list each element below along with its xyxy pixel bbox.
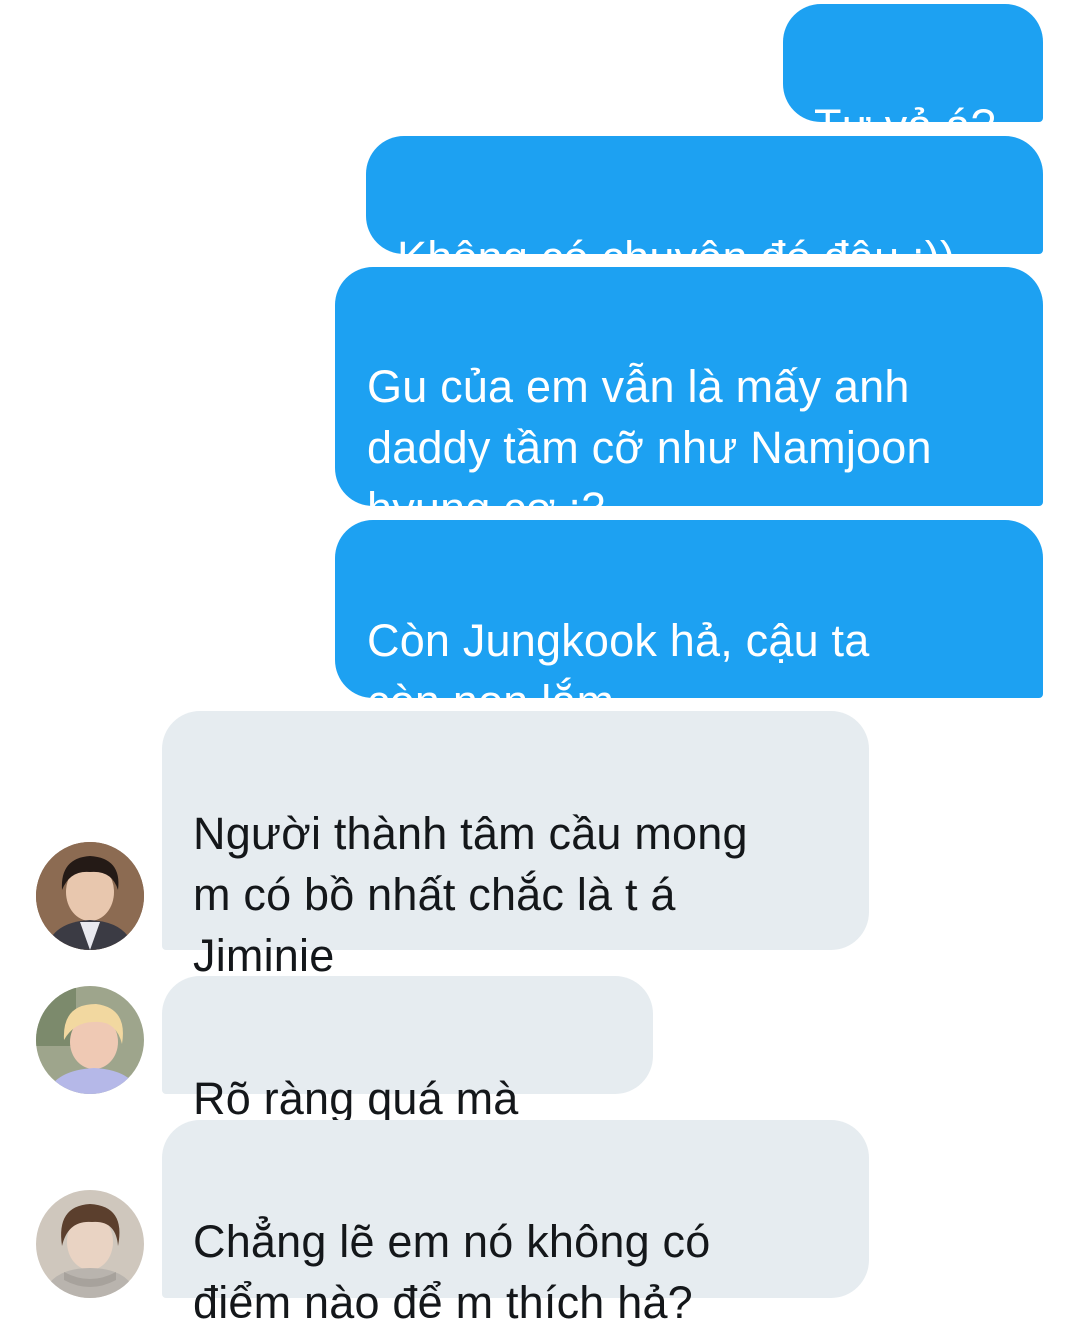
avatar-blonde-hair-icon (36, 986, 144, 1094)
incoming-message[interactable]: Người thành tâm cầu mong m có bồ nhất ch… (162, 711, 869, 981)
message-text: Người thành tâm cầu mong m có bồ nhất ch… (193, 808, 748, 981)
avatar-dark-hair-icon (36, 842, 144, 950)
incoming-message[interactable]: Rõ ràng quá mà (162, 976, 653, 1183)
outgoing-message[interactable]: Gu của em vẫn là mấy anh daddy tầm cỡ nh… (335, 267, 1043, 534)
avatar-brown-hair-icon (36, 1190, 144, 1298)
outgoing-message[interactable]: Không có chuyện đó đâu :)) (366, 136, 1043, 283)
message-text: Gu của em vẫn là mấy anh daddy tầm cỡ nh… (367, 361, 932, 534)
incoming-message[interactable]: Chẳng lẽ em nó không có điểm nào để m th… (162, 1120, 869, 1328)
outgoing-message[interactable]: Tự vả á? (783, 4, 1043, 151)
message-text: Rõ ràng quá mà (193, 1073, 519, 1124)
sender-avatar[interactable] (36, 842, 144, 950)
sender-avatar[interactable] (36, 1190, 144, 1298)
outgoing-message[interactable]: Còn Jungkook hả, cậu ta còn non lắm (335, 520, 1043, 786)
sender-avatar[interactable] (36, 986, 144, 1094)
message-text: Chẳng lẽ em nó không có điểm nào để m th… (193, 1216, 711, 1328)
